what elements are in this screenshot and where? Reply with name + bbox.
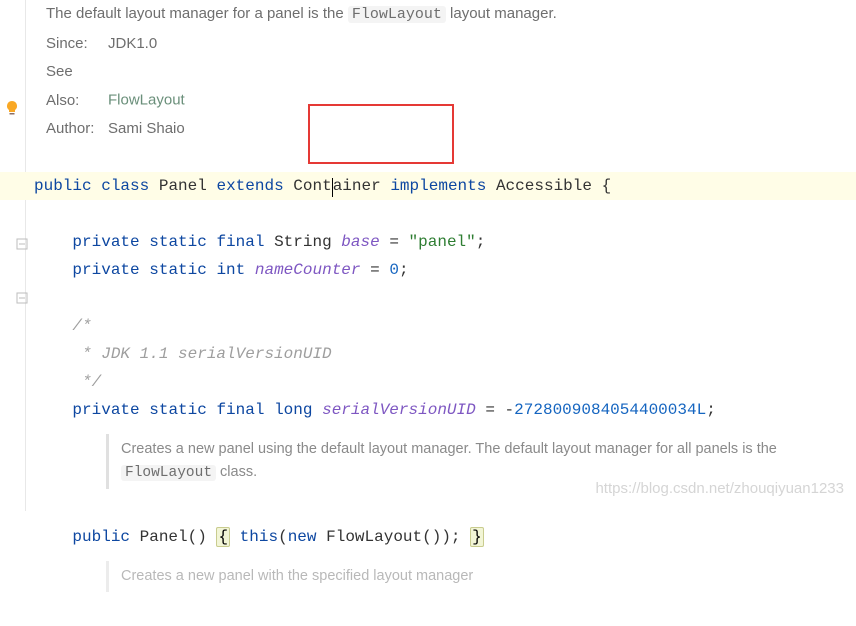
class-declaration-line[interactable]: public class Panel extends Container imp… <box>0 172 856 200</box>
brace-close: } <box>470 527 484 547</box>
intention-bulb-icon[interactable] <box>4 100 20 116</box>
see-also-link[interactable]: FlowLayout <box>108 92 185 109</box>
doc-author: Author:Sami Shaio <box>46 115 856 144</box>
doc-summary: The default layout manager for a panel i… <box>46 0 856 30</box>
class-javadoc: The default layout manager for a panel i… <box>0 0 856 144</box>
editor-gutter <box>0 0 26 511</box>
doc-since: Since:JDK1.0 <box>46 30 856 59</box>
ctor2-javadoc: Creates a new panel with the specified l… <box>106 561 856 592</box>
superclass-name[interactable]: Container <box>293 177 380 195</box>
fold-marker-icon[interactable] <box>16 291 28 303</box>
doc-inline-code: FlowLayout <box>348 6 446 23</box>
watermark-text: https://blog.csdn.net/zhouqiyuan1233 <box>595 480 844 497</box>
fold-marker-icon[interactable] <box>16 237 28 249</box>
code-editor[interactable]: public class Panel extends Container imp… <box>0 144 856 626</box>
doc-see-also: See Also:FlowLayout <box>46 58 856 115</box>
brace-open: { <box>216 527 230 547</box>
